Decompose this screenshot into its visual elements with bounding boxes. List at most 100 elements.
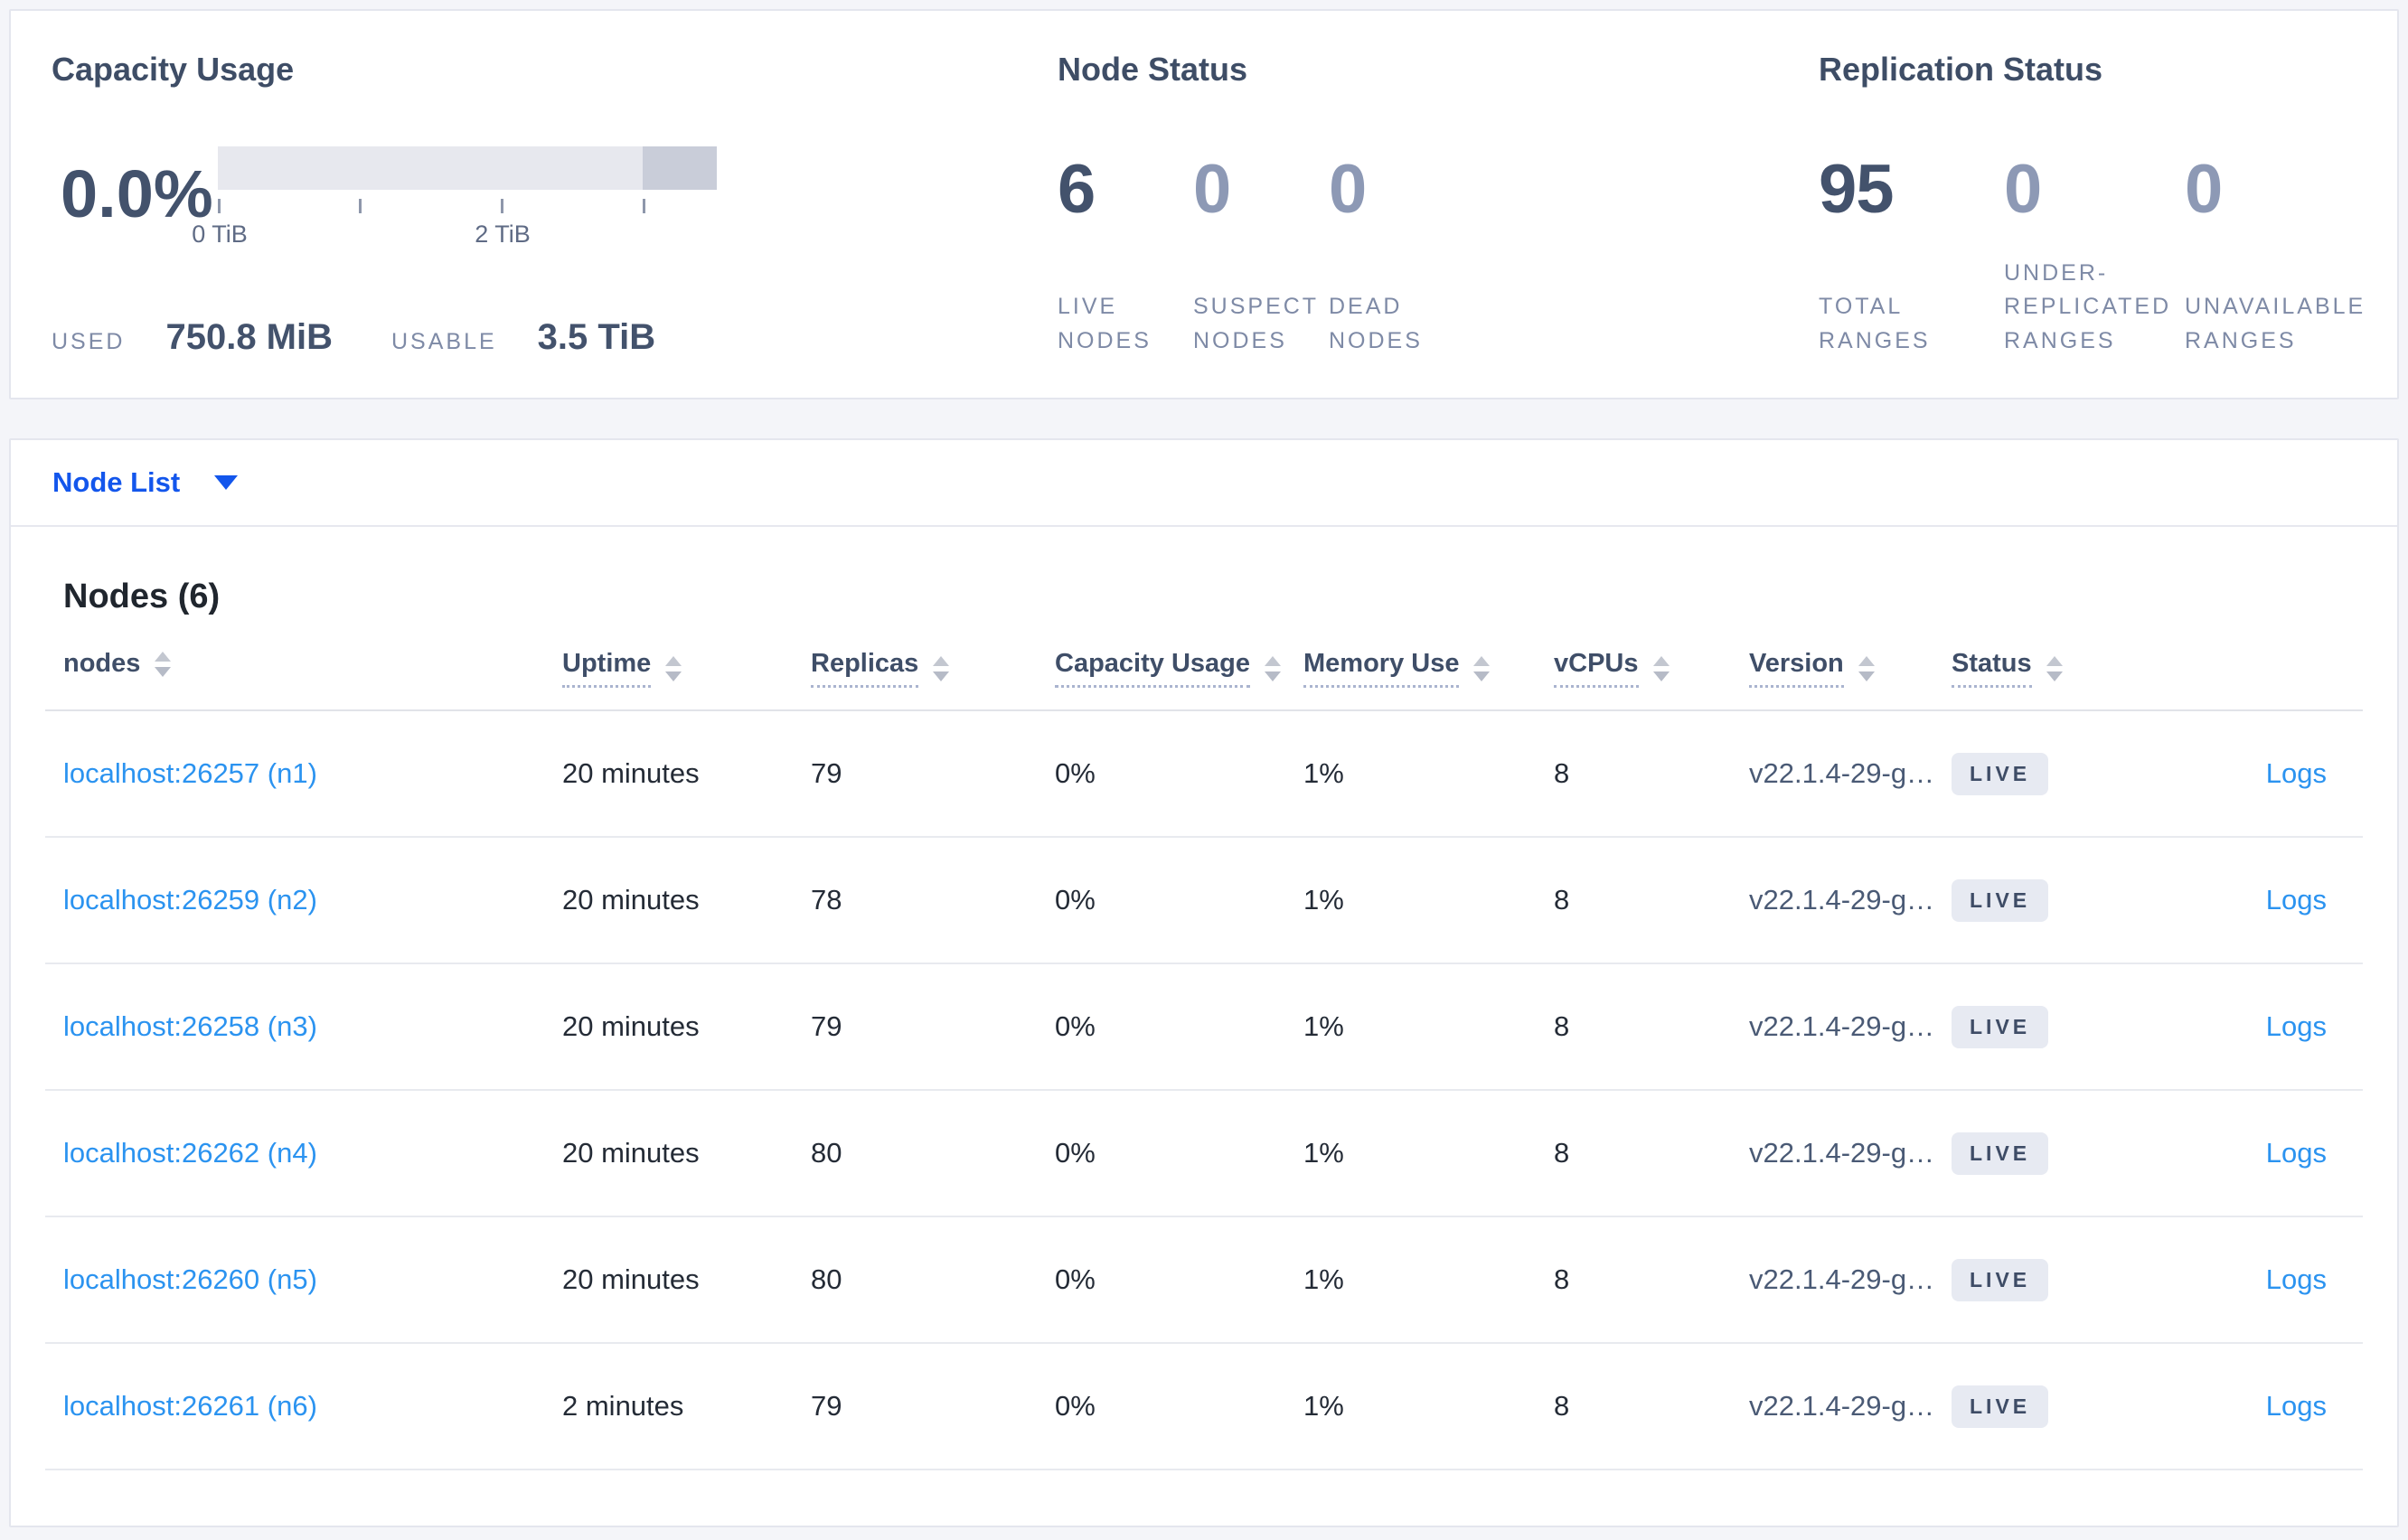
column-header-uptime[interactable]: Uptime <box>562 649 682 688</box>
node-link[interactable]: localhost:26260 (n5) <box>63 1263 317 1295</box>
memory-cell: 1% <box>1303 1010 1344 1042</box>
column-header-capacity-usage[interactable]: Capacity Usage <box>1055 649 1281 688</box>
used-value: 750.8 MiB <box>165 317 333 357</box>
axis-tick <box>501 199 503 213</box>
total-ranges-count: 95 <box>1819 151 1895 228</box>
logs-link[interactable]: Logs <box>2266 757 2327 789</box>
column-header-version[interactable]: Version <box>1749 649 1875 688</box>
memory-cell: 1% <box>1303 1263 1344 1295</box>
capacity-cell: 0% <box>1055 884 1096 916</box>
replication-labels: TOTAL RANGES UNDER-REPLICATED RANGES UNA… <box>1819 257 2406 359</box>
node-link[interactable]: localhost:26262 (n4) <box>63 1137 317 1169</box>
status-badge: LIVE <box>1952 1132 2049 1175</box>
capacity-bar-reserved-segment <box>642 146 717 190</box>
capacity-gauge: 0.0% 0 TiB 2 TiB <box>61 146 717 248</box>
column-header-memory-use[interactable]: Memory Use <box>1303 649 1491 688</box>
capacity-percent: 0.0% <box>61 156 213 231</box>
replication-status-title: Replication Status <box>1819 51 2103 88</box>
uptime-cell: 20 minutes <box>562 884 700 916</box>
suspect-nodes-count: 0 <box>1193 151 1231 228</box>
status-badge: LIVE <box>1952 1005 2049 1048</box>
column-header-nodes[interactable]: nodes <box>63 649 172 679</box>
dead-nodes-label: DEAD NODES <box>1329 294 1423 353</box>
uptime-cell: 20 minutes <box>562 757 700 789</box>
cluster-summary-card: Capacity Usage 0.0% 0 TiB 2 TiB USED 750… <box>9 9 2399 399</box>
dead-nodes-count: 0 <box>1329 151 1367 228</box>
table-row: localhost:26258 (n3) 20 minutes 79 0% 1%… <box>45 964 2363 1091</box>
replication-values: 95 0 0 <box>1819 155 2406 224</box>
sort-icon <box>1473 655 1491 681</box>
logs-link[interactable]: Logs <box>2266 1137 2327 1169</box>
axis-tick <box>643 199 645 213</box>
logs-link[interactable]: Logs <box>2266 1010 2327 1042</box>
replicas-cell: 79 <box>811 1390 842 1422</box>
version-cell: v22.1.4-29-g… <box>1749 1137 1935 1169</box>
under-replicated-ranges-label: UNDER-REPLICATED RANGES <box>2004 259 2172 353</box>
node-link[interactable]: localhost:26261 (n6) <box>63 1390 317 1422</box>
replicas-cell: 80 <box>811 1263 842 1295</box>
capacity-cell: 0% <box>1055 757 1096 789</box>
memory-cell: 1% <box>1303 884 1344 916</box>
status-badge: LIVE <box>1952 752 2049 795</box>
table-row: localhost:26257 (n1) 20 minutes 79 0% 1%… <box>45 711 2363 838</box>
table-row: localhost:26262 (n4) 20 minutes 80 0% 1%… <box>45 1091 2363 1217</box>
node-link[interactable]: localhost:26257 (n1) <box>63 757 317 789</box>
node-status-section: Node Status 6 0 0 LIVE NODES SUSPECT NOD… <box>1058 11 1690 398</box>
used-label: USED <box>52 329 126 354</box>
capacity-usage-section: Capacity Usage 0.0% 0 TiB 2 TiB USED 750… <box>52 11 829 398</box>
usable-label: USABLE <box>391 329 497 354</box>
table-row: localhost:26261 (n6) 2 minutes 79 0% 1% … <box>45 1344 2363 1470</box>
version-cell: v22.1.4-29-g… <box>1749 1263 1935 1295</box>
node-list-dropdown-label: Node List <box>52 466 181 498</box>
memory-cell: 1% <box>1303 1137 1344 1169</box>
suspect-nodes-label: SUSPECT NODES <box>1193 294 1319 353</box>
node-link[interactable]: localhost:26259 (n2) <box>63 884 317 916</box>
replicas-cell: 80 <box>811 1137 842 1169</box>
logs-link[interactable]: Logs <box>2266 884 2327 916</box>
chevron-down-icon <box>214 475 239 490</box>
logs-link[interactable]: Logs <box>2266 1263 2327 1295</box>
memory-cell: 1% <box>1303 1390 1344 1422</box>
vcpus-cell: 8 <box>1554 884 1570 916</box>
sort-icon <box>155 651 172 677</box>
column-header-vcpus[interactable]: vCPUs <box>1554 649 1670 688</box>
live-nodes-label: LIVE NODES <box>1058 294 1152 353</box>
logs-link[interactable]: Logs <box>2266 1390 2327 1422</box>
version-cell: v22.1.4-29-g… <box>1749 884 1935 916</box>
live-nodes-count: 6 <box>1058 151 1096 228</box>
vcpus-cell: 8 <box>1554 757 1570 789</box>
vcpus-cell: 8 <box>1554 1010 1570 1042</box>
replicas-cell: 79 <box>811 757 842 789</box>
total-ranges-label: TOTAL RANGES <box>1819 294 1931 353</box>
vcpus-cell: 8 <box>1554 1137 1570 1169</box>
capacity-stats: USED 750.8 MiB USABLE 3.5 TiB <box>52 317 655 358</box>
axis-tick-label: 0 TiB <box>192 221 248 248</box>
sort-icon <box>1858 655 1875 681</box>
axis-tick <box>218 199 221 213</box>
capacity-cell: 0% <box>1055 1263 1096 1295</box>
capacity-usage-title: Capacity Usage <box>52 51 295 88</box>
unavailable-ranges-label: UNAVAILABLE RANGES <box>2185 294 2366 353</box>
capacity-cell: 0% <box>1055 1010 1096 1042</box>
axis-tick-label: 2 TiB <box>475 221 531 248</box>
capacity-cell: 0% <box>1055 1137 1096 1169</box>
node-status-values: 6 0 0 <box>1058 155 1464 224</box>
sort-icon <box>2046 655 2063 681</box>
node-link[interactable]: localhost:26258 (n3) <box>63 1010 317 1042</box>
memory-cell: 1% <box>1303 757 1344 789</box>
column-header-status[interactable]: Status <box>1952 649 2063 688</box>
node-status-labels: LIVE NODES SUSPECT NODES DEAD NODES <box>1058 290 1464 358</box>
status-badge: LIVE <box>1952 1385 2049 1428</box>
version-cell: v22.1.4-29-g… <box>1749 757 1935 789</box>
column-header-replicas[interactable]: Replicas <box>811 649 950 688</box>
uptime-cell: 20 minutes <box>562 1137 700 1169</box>
replicas-cell: 79 <box>811 1010 842 1042</box>
version-cell: v22.1.4-29-g… <box>1749 1010 1935 1042</box>
vcpus-cell: 8 <box>1554 1263 1570 1295</box>
uptime-cell: 2 minutes <box>562 1390 684 1422</box>
table-row: localhost:26259 (n2) 20 minutes 78 0% 1%… <box>45 838 2363 964</box>
capacity-cell: 0% <box>1055 1390 1096 1422</box>
under-replicated-ranges-count: 0 <box>2004 151 2042 228</box>
node-list-dropdown[interactable]: Node List <box>52 466 239 499</box>
uptime-cell: 20 minutes <box>562 1010 700 1042</box>
